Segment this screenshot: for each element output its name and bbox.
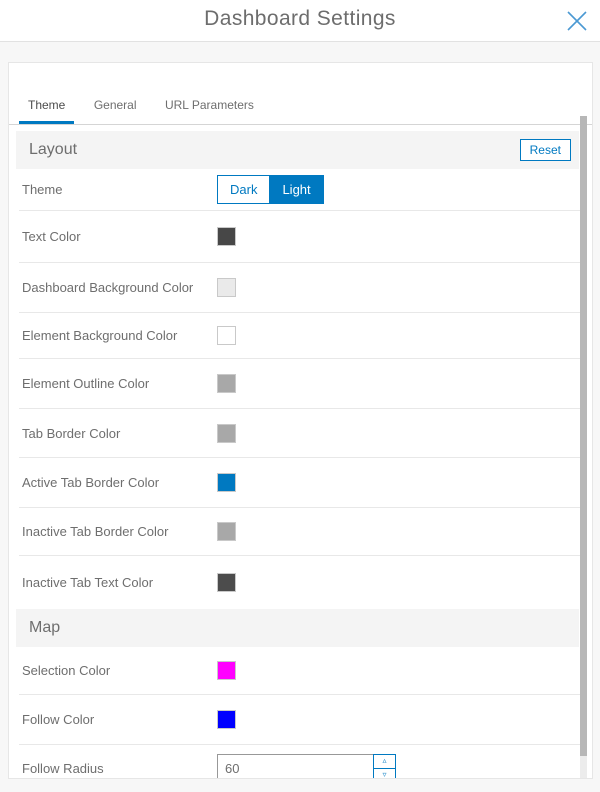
row-theme: Theme Dark Light <box>19 169 582 211</box>
row-tab-border-color: Tab Border Color <box>19 409 582 458</box>
stepper-up-button[interactable]: ▵ <box>374 755 395 769</box>
follow-radius-field: ▵ ▿ <box>217 754 396 780</box>
row-label: Inactive Tab Text Color <box>22 575 217 590</box>
dialog-header: Dashboard Settings <box>0 0 600 42</box>
row-label: Selection Color <box>22 663 217 678</box>
row-selection-color: Selection Color <box>19 647 582 695</box>
row-dashboard-background-color: Dashboard Background Color <box>19 263 582 313</box>
dashboard-background-color-swatch[interactable] <box>217 278 236 297</box>
row-label: Follow Radius <box>22 761 217 776</box>
tab-bar: Theme General URL Parameters <box>9 63 592 125</box>
row-label: Theme <box>22 182 217 197</box>
row-element-background-color: Element Background Color <box>19 313 582 359</box>
stepper-down-button[interactable]: ▿ <box>374 769 395 780</box>
text-color-swatch[interactable] <box>217 227 236 246</box>
tab-general[interactable]: General <box>85 98 146 124</box>
row-text-color: Text Color <box>19 211 582 263</box>
tab-border-color-swatch[interactable] <box>217 424 236 443</box>
scrollbar-thumb[interactable] <box>580 116 587 756</box>
row-active-tab-border-color: Active Tab Border Color <box>19 458 582 508</box>
inactive-tab-text-color-swatch[interactable] <box>217 573 236 592</box>
element-outline-color-swatch[interactable] <box>217 374 236 393</box>
row-follow-radius: Follow Radius ▵ ▿ <box>19 745 582 779</box>
row-label: Inactive Tab Border Color <box>22 524 217 539</box>
row-label: Dashboard Background Color <box>22 280 217 295</box>
settings-panel: Theme General URL Parameters Layout Rese… <box>8 62 593 779</box>
section-title: Map <box>29 619 571 637</box>
reset-button[interactable]: Reset <box>520 139 571 161</box>
row-follow-color: Follow Color <box>19 695 582 745</box>
row-label: Follow Color <box>22 712 217 727</box>
spinner-down-icon: ▿ <box>382 771 386 779</box>
row-element-outline-color: Element Outline Color <box>19 359 582 409</box>
page-title: Dashboard Settings <box>0 7 600 31</box>
spinner-up-icon: ▵ <box>382 757 386 765</box>
theme-toggle: Dark Light <box>217 175 324 204</box>
close-button[interactable] <box>565 9 589 33</box>
inactive-tab-border-color-swatch[interactable] <box>217 522 236 541</box>
close-icon <box>565 21 589 36</box>
tab-theme[interactable]: Theme <box>19 98 74 124</box>
row-label: Text Color <box>22 229 217 244</box>
theme-dark-button[interactable]: Dark <box>217 175 270 204</box>
follow-radius-input[interactable] <box>217 754 374 780</box>
section-header-layout: Layout Reset <box>16 131 579 169</box>
section-title: Layout <box>29 141 520 159</box>
section-header-map: Map <box>16 609 579 647</box>
row-label: Active Tab Border Color <box>22 475 217 490</box>
theme-light-button[interactable]: Light <box>269 175 323 204</box>
selection-color-swatch[interactable] <box>217 661 236 680</box>
element-background-color-swatch[interactable] <box>217 326 236 345</box>
row-label: Element Outline Color <box>22 376 217 391</box>
scrollbar-track[interactable] <box>580 116 587 778</box>
active-tab-border-color-swatch[interactable] <box>217 473 236 492</box>
tab-url-parameters[interactable]: URL Parameters <box>156 98 263 124</box>
row-inactive-tab-border-color: Inactive Tab Border Color <box>19 508 582 556</box>
row-inactive-tab-text-color: Inactive Tab Text Color <box>19 556 582 609</box>
row-label: Tab Border Color <box>22 426 217 441</box>
follow-color-swatch[interactable] <box>217 710 236 729</box>
row-label: Element Background Color <box>22 328 217 343</box>
follow-radius-stepper: ▵ ▿ <box>373 754 396 780</box>
